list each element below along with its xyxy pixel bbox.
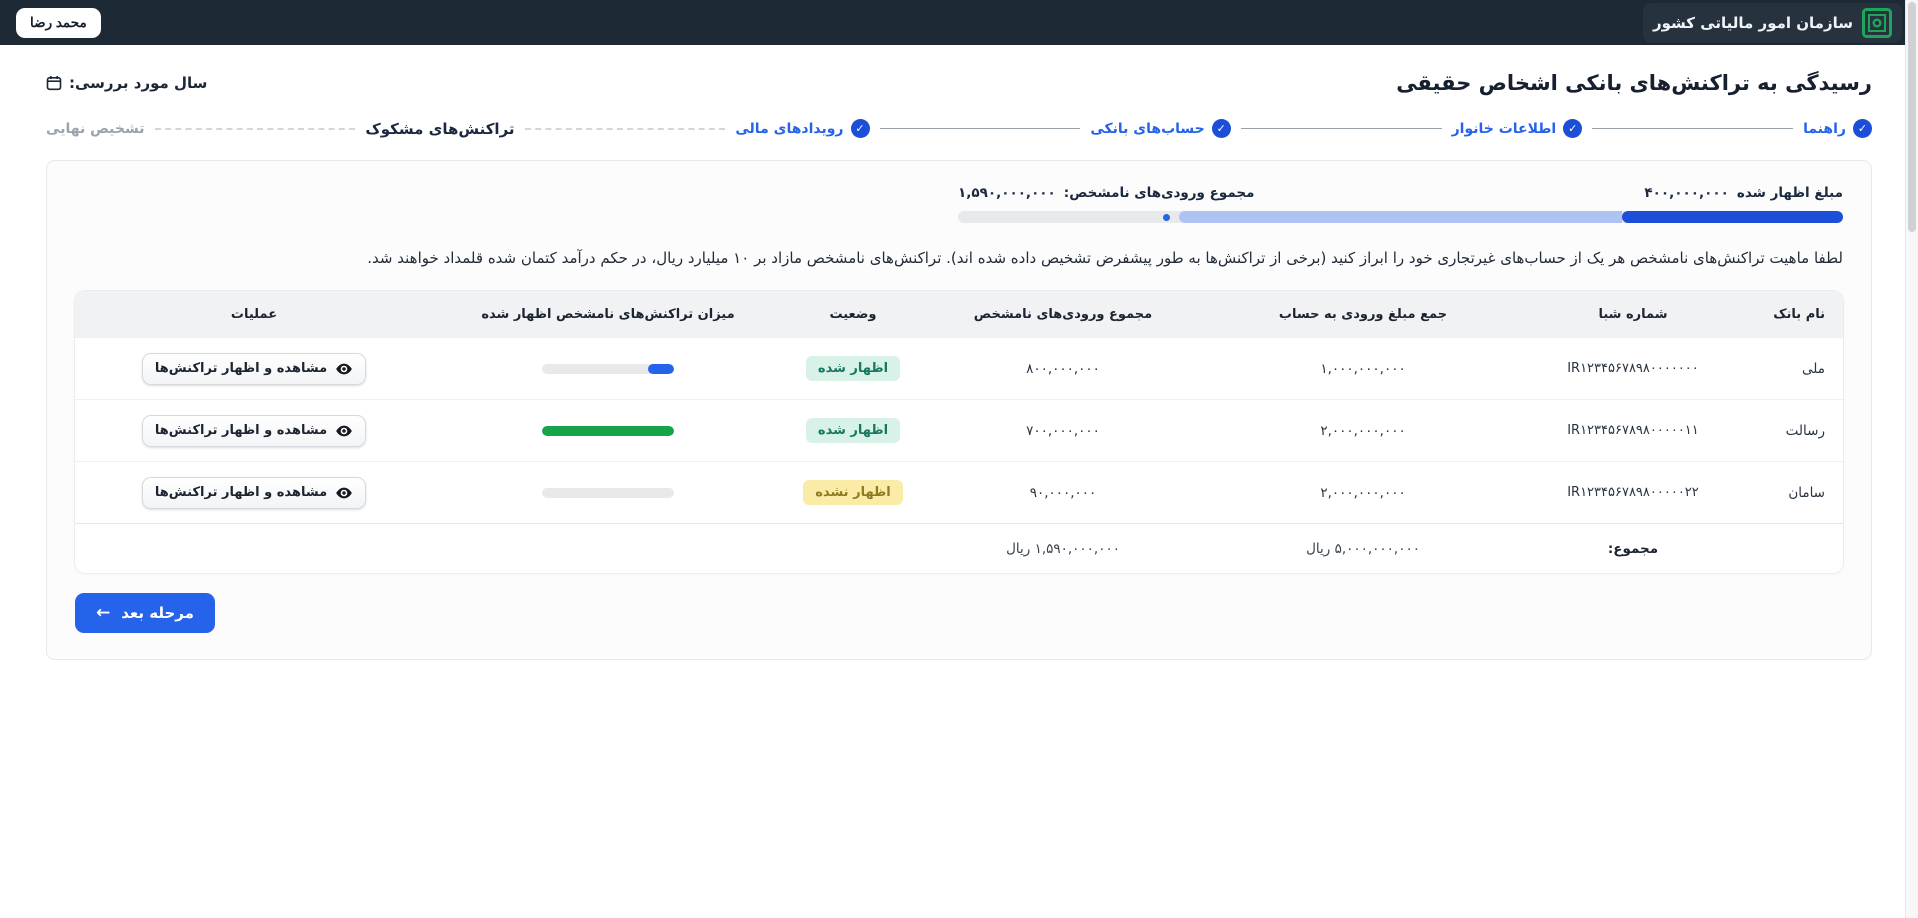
eye-icon — [335, 360, 353, 378]
total-inflow-value: ۲,۰۰۰,۰۰۰,۰۰۰ — [1203, 485, 1523, 501]
summary-bar-unknown-segment — [1179, 211, 1622, 223]
step-label: رویدادهای مالی — [735, 121, 843, 137]
col-status: وضعیت — [783, 307, 923, 322]
step-label: راهنما — [1803, 121, 1846, 137]
unknown-inflow-value: ۷۰۰,۰۰۰,۰۰۰ — [923, 423, 1203, 439]
check-icon: ✓ — [851, 119, 870, 138]
arrow-left-icon: ← — [96, 605, 110, 622]
step-bank-accounts[interactable]: ✓ حساب‌های بانکی — [1090, 119, 1230, 138]
step-final-assessment[interactable]: ✓ تشخیص نهایی — [46, 121, 144, 137]
table-header-row: نام بانک شماره شبا جمع مبلغ ورودی به حسا… — [75, 291, 1843, 337]
col-unknown-inflow: مجموع ورودی‌های نامشخص — [923, 307, 1203, 322]
year-picker[interactable]: سال مورد بررسی: — [46, 74, 207, 92]
check-icon: ✓ — [1563, 119, 1582, 138]
iban-value: IR۱۲۳۴۵۶۷۸۹۸۰۰۰۰۰۰۰ — [1523, 361, 1743, 376]
declared-bar-fill — [648, 364, 674, 374]
notice-text: لطفا ماهیت تراکنش‌های نامشخص هر یک از حس… — [75, 249, 1843, 267]
year-picker-label: سال مورد بررسی: — [69, 74, 207, 92]
action-label: مشاهده و اظهار تراکنش‌ها — [155, 423, 327, 438]
declared-bar-fill — [542, 426, 674, 436]
next-step-button[interactable]: مرحله بعد ← — [75, 593, 215, 633]
col-declared-ratio: میزان تراکنش‌های نامشخص اظهار شده — [433, 307, 783, 322]
summary-bar-declared-segment — [1622, 211, 1843, 223]
step-guide[interactable]: ✓ راهنما — [1803, 119, 1872, 138]
unknown-total-value: ۱,۵۹۰,۰۰۰,۰۰۰ — [958, 185, 1056, 201]
iban-value: IR۱۲۳۴۵۶۷۸۹۸۰۰۰۰۰۱۱ — [1523, 423, 1743, 438]
stepper-connector — [155, 128, 356, 130]
step-financial-events[interactable]: ✓ رویدادهای مالی — [735, 119, 869, 138]
step-label: تشخیص نهایی — [46, 121, 144, 137]
table-row: سامان IR۱۲۳۴۵۶۷۸۹۸۰۰۰۰۰۲۲ ۲,۰۰۰,۰۰۰,۰۰۰ … — [75, 461, 1843, 523]
unknown-inflow-value: ۸۰۰,۰۰۰,۰۰۰ — [923, 361, 1203, 377]
total-inflow-sum: ۵,۰۰۰,۰۰۰,۰۰۰ ریال — [1203, 541, 1523, 557]
brand: سازمان امور مالیاتی کشور — [1643, 3, 1902, 43]
view-declare-transactions-button[interactable]: مشاهده و اظهار تراکنش‌ها — [142, 415, 366, 447]
summary-bar-marker — [1163, 214, 1170, 221]
unknown-inflow-value: ۹۰,۰۰۰,۰۰۰ — [923, 485, 1203, 501]
stepper-connector — [1241, 128, 1442, 129]
summary-progress-bar — [958, 211, 1843, 223]
declared-ratio-bar — [542, 364, 674, 374]
bank-accounts-table: نام بانک شماره شبا جمع مبلغ ورودی به حسا… — [75, 291, 1843, 573]
table-row: ملی IR۱۲۳۴۵۶۷۸۹۸۰۰۰۰۰۰۰ ۱,۰۰۰,۰۰۰,۰۰۰ ۸۰… — [75, 337, 1843, 399]
total-inflow-value: ۲,۰۰۰,۰۰۰,۰۰۰ — [1203, 423, 1523, 439]
table-row: رسالت IR۱۲۳۴۵۶۷۸۹۸۰۰۰۰۰۱۱ ۲,۰۰۰,۰۰۰,۰۰۰ … — [75, 399, 1843, 461]
unknown-total-label: مجموع ورودی‌های نامشخص:۱,۵۹۰,۰۰۰,۰۰۰ — [958, 185, 1254, 201]
table-footer-row: مجموع: ۵,۰۰۰,۰۰۰,۰۰۰ ریال ۱,۵۹۰,۰۰۰,۰۰۰ … — [75, 523, 1843, 573]
brand-title: سازمان امور مالیاتی کشور — [1653, 14, 1853, 32]
col-operations: عملیات — [75, 307, 433, 322]
check-icon: ✓ — [1212, 119, 1231, 138]
eye-icon — [335, 422, 353, 440]
action-label: مشاهده و اظهار تراکنش‌ها — [155, 361, 327, 376]
eye-icon — [335, 484, 353, 502]
iban-value: IR۱۲۳۴۵۶۷۸۹۸۰۰۰۰۰۲۲ — [1523, 485, 1743, 500]
action-label: مشاهده و اظهار تراکنش‌ها — [155, 485, 327, 500]
declared-ratio-bar — [542, 488, 674, 498]
bank-name: ملی — [1743, 361, 1843, 377]
status-badge: اظهار نشده — [803, 480, 902, 505]
bank-name: سامان — [1743, 485, 1843, 501]
step-suspicious-transactions[interactable]: ✓ تراکنش‌های مشکوک — [365, 120, 514, 138]
step-household-info[interactable]: ✓ اطلاعات خانوار — [1452, 119, 1583, 138]
declared-amount-label: مبلغ اظهار شده۴۰۰,۰۰۰,۰۰۰ — [1644, 185, 1843, 201]
declared-amount-summary: مبلغ اظهار شده۴۰۰,۰۰۰,۰۰۰ مجموع ورودی‌ها… — [958, 185, 1843, 223]
unknown-inflow-sum: ۱,۵۹۰,۰۰۰,۰۰۰ ریال — [923, 541, 1203, 557]
bank-name: رسالت — [1743, 423, 1843, 439]
stepper-connector — [525, 128, 726, 130]
col-total-inflow: جمع مبلغ ورودی به حساب — [1203, 307, 1523, 322]
page-title: رسیدگی به تراکنش‌های بانکی اشخاص حقیقی — [1396, 71, 1872, 95]
scrollbar[interactable] — [1905, 0, 1918, 918]
main-content: رسیدگی به تراکنش‌های بانکی اشخاص حقیقی س… — [0, 45, 1918, 660]
step-label: تراکنش‌های مشکوک — [365, 120, 514, 138]
status-badge: اظهار شده — [806, 418, 900, 443]
step-label: اطلاعات خانوار — [1452, 121, 1557, 137]
view-declare-transactions-button[interactable]: مشاهده و اظهار تراکنش‌ها — [142, 477, 366, 509]
stepper-connector — [1592, 128, 1793, 129]
col-bank-name: نام بانک — [1743, 307, 1843, 322]
stepper-connector — [880, 128, 1081, 129]
totals-label: مجموع: — [1523, 541, 1743, 557]
wizard-stepper: ✓ راهنما ✓ اطلاعات خانوار ✓ حساب‌های بان… — [46, 119, 1872, 138]
declared-ratio-bar — [542, 426, 674, 436]
scrollbar-thumb[interactable] — [1908, 2, 1916, 232]
view-declare-transactions-button[interactable]: مشاهده و اظهار تراکنش‌ها — [142, 353, 366, 385]
next-step-label: مرحله بعد — [121, 604, 194, 622]
total-inflow-value: ۱,۰۰۰,۰۰۰,۰۰۰ — [1203, 361, 1523, 377]
status-badge: اظهار شده — [806, 356, 900, 381]
check-icon: ✓ — [1853, 119, 1872, 138]
col-iban: شماره شبا — [1523, 307, 1743, 322]
user-menu-button[interactable]: محمد رضا — [16, 8, 101, 38]
step-label: حساب‌های بانکی — [1090, 121, 1204, 137]
suspicious-transactions-panel: مبلغ اظهار شده۴۰۰,۰۰۰,۰۰۰ مجموع ورودی‌ها… — [46, 160, 1872, 660]
calendar-icon — [46, 75, 62, 91]
organization-logo-icon — [1862, 8, 1892, 38]
declared-amount-value: ۴۰۰,۰۰۰,۰۰۰ — [1644, 185, 1728, 201]
top-header: سازمان امور مالیاتی کشور محمد رضا — [0, 0, 1918, 45]
